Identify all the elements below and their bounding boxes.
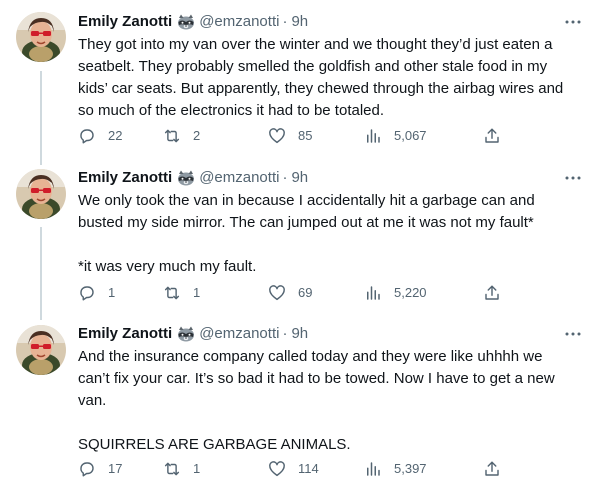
tweet-paragraph: SQUIRRELS ARE GARBAGE ANIMALS. bbox=[78, 436, 351, 453]
author-handle[interactable]: @emzanotti bbox=[199, 168, 279, 188]
share-button[interactable] bbox=[483, 126, 501, 146]
reply-icon bbox=[80, 462, 94, 477]
share-button[interactable] bbox=[483, 283, 501, 303]
views-count: 5,220 bbox=[394, 285, 427, 300]
tweet-paragraph: *it was very much my fault. bbox=[78, 258, 257, 275]
reply-button[interactable]: 1 bbox=[78, 283, 115, 303]
like-count: 69 bbox=[298, 285, 313, 300]
author-name[interactable]: Emily Zanotti bbox=[78, 12, 172, 32]
retweet-button[interactable]: 2 bbox=[163, 126, 200, 146]
avatar[interactable] bbox=[16, 169, 66, 219]
more-options-button[interactable] bbox=[565, 168, 581, 188]
author-name[interactable]: Emily Zanotti bbox=[78, 168, 172, 188]
retweet-count: 1 bbox=[193, 285, 201, 300]
more-horizontal-icon bbox=[565, 332, 581, 336]
avatar[interactable] bbox=[16, 325, 66, 375]
tweet-actions: 22 2 85 5,067 bbox=[78, 126, 502, 146]
share-button[interactable] bbox=[483, 459, 501, 479]
like-count: 114 bbox=[298, 461, 319, 476]
views-button[interactable]: 5,220 bbox=[364, 283, 427, 303]
reply-count: 17 bbox=[108, 461, 123, 476]
more-options-button[interactable] bbox=[565, 12, 581, 32]
views-button[interactable]: 5,067 bbox=[364, 126, 427, 146]
reply-count: 22 bbox=[108, 128, 123, 143]
retweet-button[interactable]: 1 bbox=[163, 459, 200, 479]
tweet-timestamp[interactable]: 9h bbox=[291, 168, 308, 188]
header-separator: · bbox=[282, 13, 288, 30]
retweet-button[interactable]: 1 bbox=[163, 283, 200, 303]
author-handle[interactable]: @emzanotti bbox=[199, 324, 279, 344]
tweet-paragraph: And the insurance company called today a… bbox=[78, 348, 555, 409]
analytics-icon bbox=[367, 286, 380, 300]
more-horizontal-icon bbox=[565, 176, 581, 180]
views-count: 5,067 bbox=[394, 128, 427, 143]
tweet-timestamp[interactable]: 9h bbox=[291, 324, 308, 344]
tweet[interactable]: Emily Zanotti @emzanotti · 9h We only to… bbox=[0, 156, 598, 312]
retweet-count: 1 bbox=[193, 461, 201, 476]
heart-icon bbox=[269, 461, 285, 477]
retweet-count: 2 bbox=[193, 128, 201, 143]
author-name[interactable]: Emily Zanotti bbox=[78, 324, 172, 344]
share-icon bbox=[485, 461, 499, 476]
retweet-icon bbox=[164, 129, 180, 143]
tweet-text: We only took the van in because I accide… bbox=[78, 190, 578, 278]
like-button[interactable]: 69 bbox=[268, 283, 312, 303]
tweet-actions: 1 1 69 5,220 bbox=[78, 283, 502, 303]
tweet-paragraph: We only took the van in because I accide… bbox=[78, 192, 535, 231]
raccoon-emoji-icon bbox=[177, 326, 195, 342]
tweet[interactable]: Emily Zanotti @emzanotti · 9h And the in… bbox=[0, 312, 598, 487]
share-icon bbox=[485, 285, 499, 300]
tweet-text: And the insurance company called today a… bbox=[78, 346, 578, 456]
raccoon-emoji-icon bbox=[177, 14, 195, 30]
avatar[interactable] bbox=[16, 12, 66, 62]
reply-count: 1 bbox=[108, 285, 116, 300]
views-button[interactable]: 5,397 bbox=[364, 459, 427, 479]
more-options-button[interactable] bbox=[565, 324, 581, 344]
tweet-paragraph: They got into my van over the winter and… bbox=[78, 36, 564, 119]
heart-icon bbox=[269, 128, 285, 144]
tweet-header: Emily Zanotti @emzanotti · 9h bbox=[78, 168, 308, 188]
more-horizontal-icon bbox=[565, 20, 581, 24]
tweet-text: They got into my van over the winter and… bbox=[78, 34, 578, 122]
header-separator: · bbox=[282, 169, 288, 186]
views-count: 5,397 bbox=[394, 461, 427, 476]
tweet-header: Emily Zanotti @emzanotti · 9h bbox=[78, 324, 308, 344]
heart-icon bbox=[269, 285, 285, 301]
tweet[interactable]: Emily Zanotti @emzanotti · 9h They got i… bbox=[0, 0, 598, 156]
like-count: 85 bbox=[298, 128, 313, 143]
like-button[interactable]: 85 bbox=[268, 126, 312, 146]
retweet-icon bbox=[164, 286, 180, 300]
reply-button[interactable]: 17 bbox=[78, 459, 122, 479]
raccoon-emoji-icon bbox=[177, 170, 195, 186]
retweet-icon bbox=[164, 462, 180, 476]
reply-icon bbox=[80, 129, 94, 144]
tweet-actions: 17 1 114 5,397 bbox=[78, 459, 502, 479]
analytics-icon bbox=[367, 462, 380, 476]
header-separator: · bbox=[282, 325, 288, 342]
like-button[interactable]: 114 bbox=[268, 459, 319, 479]
reply-button[interactable]: 22 bbox=[78, 126, 122, 146]
author-handle[interactable]: @emzanotti bbox=[199, 12, 279, 32]
tweet-timestamp[interactable]: 9h bbox=[291, 12, 308, 32]
reply-icon bbox=[80, 286, 94, 301]
share-icon bbox=[485, 128, 499, 143]
tweet-header: Emily Zanotti @emzanotti · 9h bbox=[78, 12, 308, 32]
analytics-icon bbox=[367, 129, 380, 143]
